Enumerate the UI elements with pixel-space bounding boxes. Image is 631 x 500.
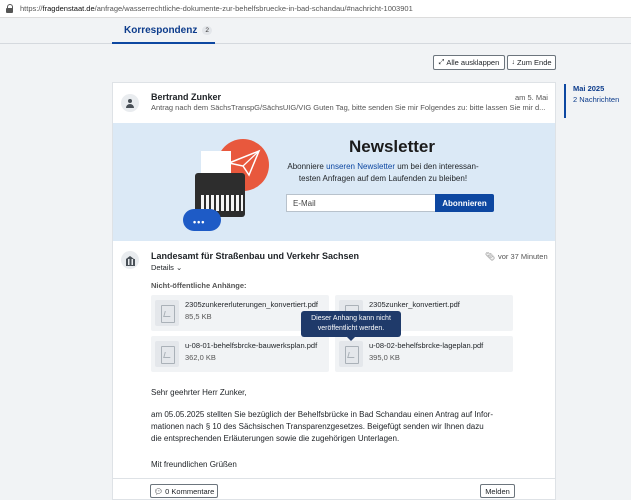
attachment-name: u-08-02-behelfsbrcke-lageplan.pdf (369, 341, 484, 350)
bank-icon (125, 255, 135, 266)
expand-all-label: Alle ausklappen (446, 58, 500, 67)
attachments-heading: Nicht-öffentliche Anhänge: (151, 281, 247, 290)
message-sender: Bertrand Zunker (151, 92, 222, 102)
message-greeting: Sehr geehrter Herr Zunker, (151, 388, 247, 397)
report-button[interactable]: Melden (480, 484, 515, 498)
newsletter-banner: ••• Newsletter Abonniere unseren Newslet… (113, 123, 555, 241)
url-path: /anfrage/wasserrechtliche-dokumente-zur-… (94, 4, 413, 13)
attachment-size: 85,5 KB (185, 312, 212, 321)
typewriter-illustration: ••• (179, 129, 279, 234)
message-body: am 05.05.2025 stellten Sie bezüglich der… (151, 409, 521, 445)
dots-icon: ••• (193, 217, 206, 227)
attachment-size: 395,0 KB (369, 353, 400, 362)
correspondence-card: Bertrand Zunker am 5. Mai Antrag nach de… (112, 82, 556, 500)
attachment-item[interactable]: u-08-01-behelfsbrcke-bauwerksplan.pdf 36… (151, 336, 329, 372)
message-body-line: am 05.05.2025 stellten Sie bezüglich der… (151, 410, 494, 419)
avatar (121, 94, 139, 112)
tooltip-line: Dieser Anhang kann nicht (311, 315, 391, 322)
newsletter-link[interactable]: unseren Newsletter (326, 162, 395, 171)
address-bar[interactable]: https://fragdenstaat.de/anfrage/wasserre… (0, 0, 631, 18)
subscribe-button[interactable]: Abonnieren (435, 194, 494, 212)
newsletter-text-line2: testen Anfragen auf dem Laufenden zu ble… (298, 174, 468, 183)
paper-sheet-shape (201, 151, 231, 175)
url-prefix: https:// (20, 4, 43, 13)
message-expanded: Landesamt für Straßenbau und Verkehr Sac… (113, 241, 555, 500)
attachment-name: 2305zunker_konvertiert.pdf (369, 300, 460, 309)
email-field[interactable]: E-Mail (286, 194, 436, 212)
url-domain: fragdenstaat.de (42, 4, 95, 13)
newsletter-text: Abonniere unseren Newsletter um bei den … (283, 161, 483, 185)
message-preview: Antrag nach dem SächsTranspG/SächsUIG/VI… (151, 103, 546, 112)
newsletter-text-end: um bei den interessan- (395, 162, 479, 171)
message-body-line: die entsprechenden Erläuterungen sowie d… (151, 434, 400, 443)
message-body-line: mationen nach § 10 des Sächsischen Trans… (151, 422, 484, 431)
message-collapsed[interactable]: Bertrand Zunker am 5. Mai Antrag nach de… (113, 83, 555, 123)
avatar (121, 251, 139, 269)
person-icon (126, 98, 134, 108)
comments-button[interactable]: 💬︎ 0 Kommentare (150, 484, 218, 498)
tooltip-line: veröffentlicht werden. (317, 325, 385, 332)
details-toggle[interactable]: Details ⌄ (151, 263, 182, 272)
message-sender: Landesamt für Straßenbau und Verkehr Sac… (151, 251, 360, 261)
newsletter-title: Newsletter (349, 137, 435, 156)
newsletter-text-start: Abonniere (287, 162, 327, 171)
expand-all-button[interactable]: ⤢ Alle ausklappen (433, 55, 505, 70)
comments-label: 0 Kommentare (165, 486, 215, 496)
to-end-button[interactable]: ↓ Zum Ende (507, 55, 556, 70)
message-date: vor 37 Minuten (498, 252, 548, 261)
attachment-size: 362,0 KB (185, 353, 216, 362)
email-placeholder: E-Mail (293, 198, 316, 208)
pdf-file-icon (155, 341, 179, 367)
pdf-file-icon (155, 300, 179, 326)
comment-icon: 💬︎ (153, 486, 164, 496)
url-text[interactable]: https://fragdenstaat.de/anfrage/wasserre… (20, 4, 413, 13)
arrow-down-icon: ↓ (511, 59, 515, 66)
attachment-tooltip: Dieser Anhang kann nicht veröffentlicht … (301, 311, 401, 341)
tab-count-badge: 2 (202, 25, 212, 35)
attachment-name: u-08-01-behelfsbrcke-bauwerksplan.pdf (185, 341, 318, 350)
timeline-nav[interactable]: Mai 2025 2 Nachrichten (564, 84, 624, 118)
paperclip-icon: 📎︎ (485, 252, 496, 261)
timeline-month: Mai 2025 (573, 84, 605, 93)
to-end-label: Zum Ende (516, 58, 552, 67)
attachment-item[interactable]: u-08-02-behelfsbrcke-lageplan.pdf 395,0 … (335, 336, 513, 372)
message-footer: 💬︎ 0 Kommentare Melden (113, 478, 555, 500)
message-date: am 5. Mai (515, 93, 548, 102)
tab-label: Korrespondenz (124, 24, 198, 36)
expand-arrows-icon: ⤢ (438, 58, 445, 66)
details-label: Details (151, 263, 174, 272)
pdf-file-icon (339, 341, 363, 367)
tab-bar: Korrespondenz 2 (0, 18, 631, 44)
lock-icon (6, 4, 14, 13)
message-closing: Mit freundlichen Grüßen (151, 460, 237, 469)
chevron-down-icon: ⌄ (176, 263, 183, 272)
tab-korrespondenz[interactable]: Korrespondenz 2 (112, 18, 215, 44)
timeline-count: 2 Nachrichten (573, 95, 620, 104)
attachment-name: 2305zunkererluterungen_konvertiert.pdf (185, 300, 319, 309)
